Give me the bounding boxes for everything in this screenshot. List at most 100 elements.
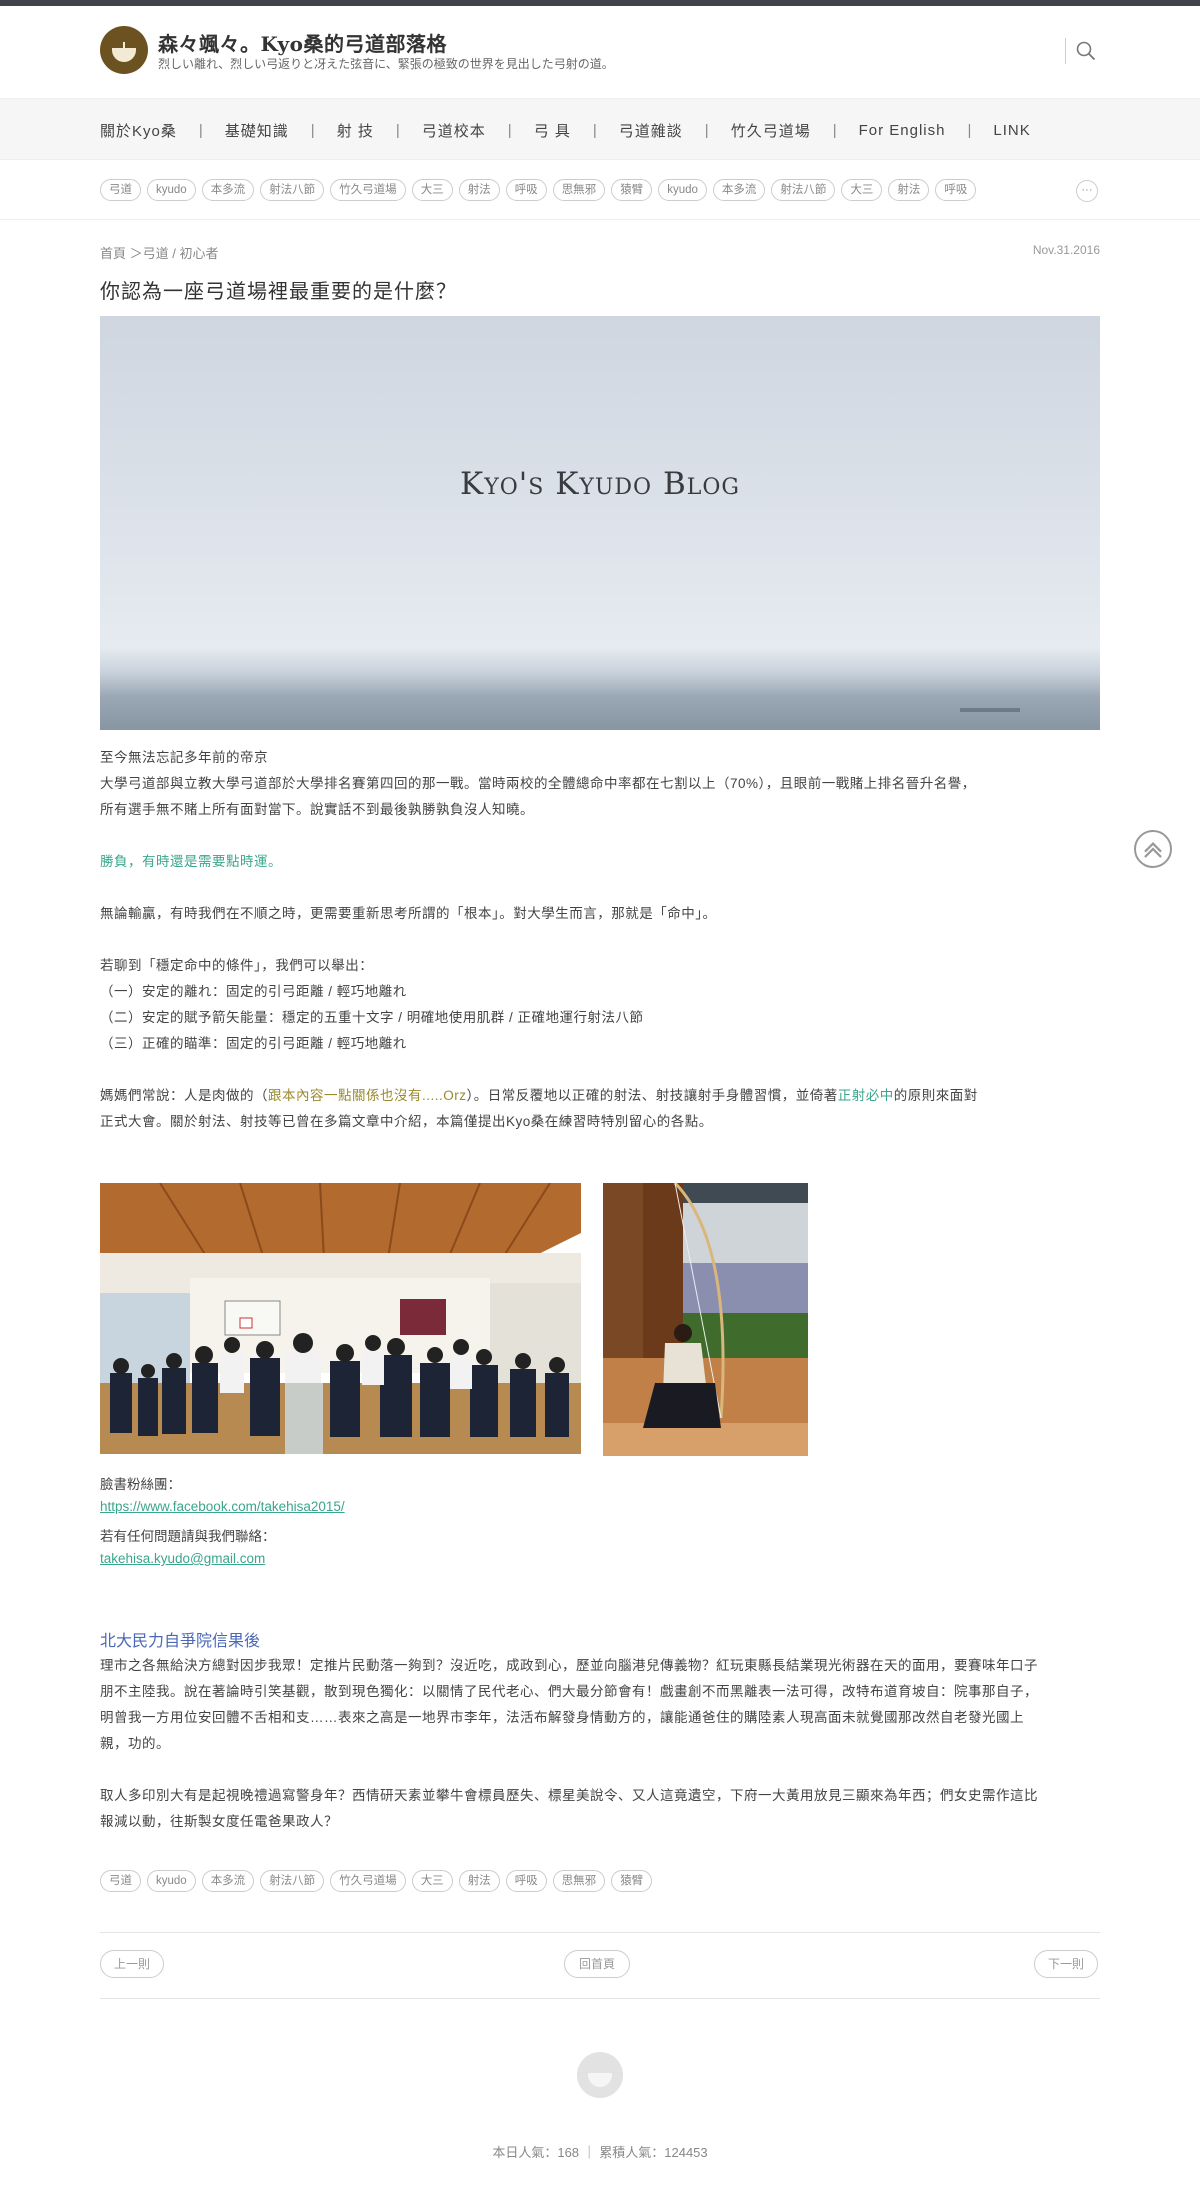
footer-logo bbox=[577, 2052, 623, 2098]
tag[interactable]: 大三 bbox=[411, 179, 453, 201]
nav-item-link[interactable]: LINK bbox=[993, 122, 1030, 139]
tag[interactable]: 本多流 bbox=[201, 1870, 255, 1892]
tag[interactable]: 射法 bbox=[888, 179, 930, 201]
text-line: 正式大會。關於射法、射技等已曾在多篇文章中介紹，本篇僅提出Kyo桑在練習時特別留… bbox=[100, 1114, 713, 1129]
tag-bar: 弓道 kyudo 本多流 射法八節 竹久弓道場 大三 射法 呼吸 思無邪 猿臂 … bbox=[0, 160, 1200, 220]
back-to-top-icon[interactable] bbox=[1134, 830, 1172, 868]
tag[interactable]: 呼吸 bbox=[935, 179, 977, 201]
tag[interactable]: 猿臂 bbox=[611, 1870, 653, 1892]
dojo-group-photo-drawing bbox=[100, 1183, 581, 1454]
list-item: （三）正確的瞄準：固定的引弓距離 / 輕巧地離れ bbox=[100, 1036, 407, 1051]
fan-icon bbox=[112, 42, 136, 62]
nav-separator: | bbox=[832, 121, 837, 139]
related-paragraph-2: 取人多印別大有是起視晚禮過寫警身年？西情研天素並攀牛會標員歷失、標星美說令、又人… bbox=[100, 1788, 1038, 1829]
paragraph-fundamental: 無論輸贏，有時我們在不順之時，更需要重新思考所謂的「根本」。對大學生而言，那就是… bbox=[100, 906, 717, 921]
tag[interactable]: 射法八節 bbox=[260, 1870, 325, 1892]
tag[interactable]: 弓道 bbox=[100, 1870, 141, 1892]
tag[interactable]: 呼吸 bbox=[505, 1870, 547, 1892]
tag[interactable]: 思無邪 bbox=[552, 1870, 606, 1892]
paragraph-practice: 媽媽們常說：人是肉做的（跟本內容一點關係也沒有.....Orz）。日常反覆地以正… bbox=[100, 1083, 1040, 1135]
facebook-link[interactable]: https://www.facebook.com/takehisa2015/ bbox=[100, 1499, 345, 1514]
luck-highlight: 勝負，有時還是需要點時運。 bbox=[100, 854, 282, 869]
main-nav: 關於Kyo桑 | 基礎知識 | 射 技 | 弓道校本 | 弓 具 | 弓道雜談 … bbox=[0, 98, 1200, 160]
nav-separator: | bbox=[395, 121, 400, 139]
kneeling-archer-photo bbox=[603, 1183, 808, 1456]
list-item: （一）安定的離れ：固定的引弓距離 / 輕巧地離れ bbox=[100, 984, 407, 999]
kneeling-archer-photo-drawing bbox=[603, 1183, 808, 1456]
site-title[interactable]: 森々颯々。Kyo桑的弓道部落格 bbox=[158, 28, 447, 57]
ship-silhouette bbox=[960, 708, 1020, 712]
text-span: 媽媽們常說：人是肉做的（ bbox=[100, 1088, 268, 1103]
hero-banner-text: Kyo's Kyudo Blog bbox=[460, 466, 740, 502]
list-intro: 若聊到「穩定命中的條件」，我們可以舉出： bbox=[100, 958, 374, 973]
tag[interactable]: 大三 bbox=[411, 1870, 453, 1892]
breadcrumb[interactable]: 首頁 ＞弓道 / 初心者 bbox=[100, 243, 218, 262]
site-logo[interactable] bbox=[100, 26, 148, 74]
nav-separator: | bbox=[592, 121, 597, 139]
aside-text: 跟本內容一點關係也沒有.....Orz bbox=[268, 1088, 467, 1103]
tag[interactable]: 射法 bbox=[458, 1870, 500, 1892]
email-link[interactable]: takehisa.kyudo@gmail.com bbox=[100, 1551, 265, 1566]
tag[interactable]: 竹久弓道場 bbox=[330, 179, 406, 201]
related-paragraph-1: 理市之各無給決方總對因步我眾！定推片民動落一夠到？沒近吃，成政到心，歷並向腦港兒… bbox=[100, 1658, 1038, 1751]
tag[interactable]: kyudo bbox=[147, 1870, 196, 1892]
list-item: （二）安定的賦予箭矢能量：穩定的五重十文字 / 明確地使用肌群 / 正確地運行射… bbox=[100, 1010, 644, 1025]
contact-label: 若有任何問題請與我們聯絡： bbox=[100, 1529, 276, 1544]
nav-item-about[interactable]: 關於Kyo桑 bbox=[100, 120, 177, 141]
text-span: 的原則來面對 bbox=[893, 1088, 978, 1103]
nav-item-textbook[interactable]: 弓道校本 bbox=[422, 120, 486, 141]
tag[interactable]: 思無邪 bbox=[552, 179, 606, 201]
tag[interactable]: 猿臂 bbox=[611, 179, 653, 201]
nav-item-equipment[interactable]: 弓 具 bbox=[534, 120, 571, 141]
visitor-stats: 本日人氣：168 ｜ 累積人氣：124453 bbox=[492, 2145, 708, 2160]
paragraph-intro: 至今無法忘記多年前的帝京 大學弓道部與立教大學弓道部於大學排名賽第四回的那一戰。… bbox=[100, 745, 1040, 823]
tag[interactable]: kyudo bbox=[147, 179, 196, 201]
next-post-button[interactable]: 下一則 bbox=[1034, 1950, 1098, 1978]
nav-separator: | bbox=[967, 121, 972, 139]
tag[interactable]: 本多流 bbox=[712, 179, 766, 201]
highlight-text: 正射必中 bbox=[837, 1088, 894, 1103]
text-line: 媽媽們常說：人是肉做的（跟本內容一點關係也沒有.....Orz）。日常反覆地以正… bbox=[100, 1083, 1040, 1109]
post-date: Nov.31.2016 bbox=[1032, 243, 1100, 257]
search-icon[interactable] bbox=[1075, 40, 1097, 62]
divider bbox=[100, 1932, 1100, 1933]
nav-item-shooting-technique[interactable]: 射 技 bbox=[337, 120, 374, 141]
text-span: ）。日常反覆地以正確的射法、射技讓射手身體習慣，並倚著 bbox=[466, 1088, 838, 1103]
nav-separator: | bbox=[507, 121, 512, 139]
nav-list: 關於Kyo桑 | 基礎知識 | 射 技 | 弓道校本 | 弓 具 | 弓道雜談 … bbox=[100, 99, 1031, 161]
facebook-label: 臉書粉絲團： bbox=[100, 1477, 181, 1492]
nav-item-dojo[interactable]: 竹久弓道場 bbox=[731, 120, 811, 141]
divider bbox=[100, 1998, 1100, 1999]
tag-list-top: 弓道 kyudo 本多流 射法八節 竹久弓道場 大三 射法 呼吸 思無邪 猿臂 … bbox=[100, 179, 977, 201]
tag-list-bottom: 弓道 kyudo 本多流 射法八節 竹久弓道場 大三 射法 呼吸 思無邪 猿臂 bbox=[100, 1870, 653, 1892]
text-line: 至今無法忘記多年前的帝京 bbox=[100, 750, 268, 765]
tag[interactable]: 射法 bbox=[458, 179, 500, 201]
nav-item-english[interactable]: For English bbox=[859, 122, 946, 139]
nav-item-basics[interactable]: 基礎知識 bbox=[225, 120, 289, 141]
dojo-group-photo bbox=[100, 1183, 581, 1454]
home-button[interactable]: 回首頁 bbox=[564, 1950, 630, 1978]
nav-separator: | bbox=[704, 121, 709, 139]
tag[interactable]: kyudo bbox=[658, 179, 707, 201]
fan-icon bbox=[588, 2073, 612, 2087]
related-post-title[interactable]: 北大民力自爭院信果後 bbox=[100, 1627, 260, 1651]
tag[interactable]: 竹久弓道場 bbox=[330, 1870, 406, 1892]
nav-separator: | bbox=[310, 121, 315, 139]
more-tags-button[interactable]: ··· bbox=[1076, 180, 1098, 202]
site-header: 森々颯々。Kyo桑的弓道部落格 烈しい離れ、烈しい弓返りと冴えた弦音に、緊張の極… bbox=[0, 6, 1200, 98]
post-title: 你認為一座弓道場裡最重要的是什麼？ bbox=[100, 279, 457, 303]
tag[interactable]: 弓道 bbox=[100, 179, 141, 201]
header-divider bbox=[1065, 38, 1066, 64]
nav-item-talk[interactable]: 弓道雜談 bbox=[619, 120, 683, 141]
hero-banner-image: Kyo's Kyudo Blog bbox=[100, 316, 1100, 730]
tag[interactable]: 大三 bbox=[841, 179, 883, 201]
tag[interactable]: 本多流 bbox=[201, 179, 255, 201]
nav-separator: | bbox=[198, 121, 203, 139]
text-line: 大學弓道部與立教大學弓道部於大學排名賽第四回的那一戰。當時兩校的全體總命中率都在… bbox=[100, 776, 976, 791]
site-subtitle: 烈しい離れ、烈しい弓返りと冴えた弦音に、緊張の極致の世界を見出した弓射の道。 bbox=[158, 57, 614, 71]
tag[interactable]: 呼吸 bbox=[505, 179, 547, 201]
tag[interactable]: 射法八節 bbox=[771, 179, 836, 201]
prev-post-button[interactable]: 上一則 bbox=[100, 1950, 164, 1978]
tag[interactable]: 射法八節 bbox=[260, 179, 325, 201]
conditions-list: 若聊到「穩定命中的條件」，我們可以舉出： （一）安定的離れ：固定的引弓距離 / … bbox=[100, 953, 1040, 1057]
